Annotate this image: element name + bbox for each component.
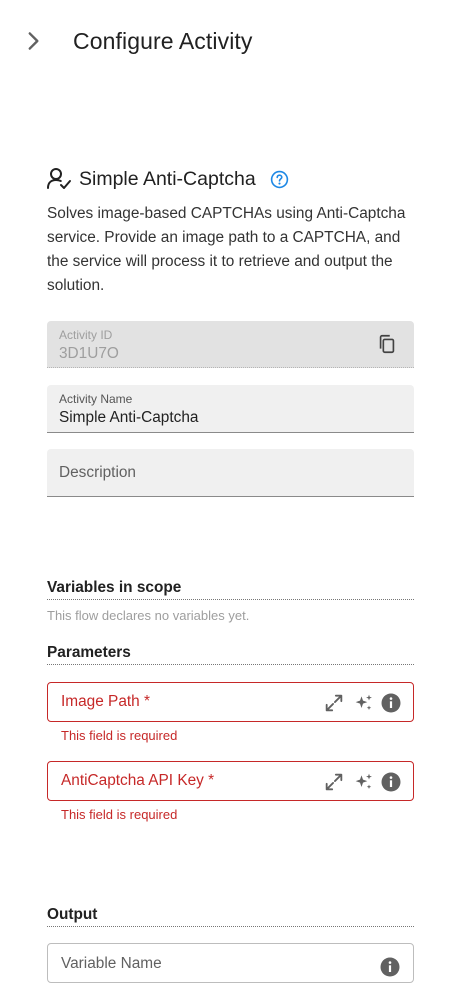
activity-id-label: Activity ID xyxy=(59,328,113,342)
activity-name-field[interactable]: Activity Name Simple Anti-Captcha xyxy=(47,385,414,433)
image-path-input[interactable]: Image Path * xyxy=(47,682,414,722)
activity-id-value: 3D1U7O xyxy=(59,345,119,362)
anticaptcha-api-key-actions xyxy=(323,771,401,793)
anticaptcha-api-key-error: This field is required xyxy=(61,807,178,822)
variable-name-placeholder: Variable Name xyxy=(61,955,162,972)
activity-heading: Simple Anti-Captcha xyxy=(46,166,289,192)
expand-icon[interactable] xyxy=(323,771,345,793)
activity-name-value[interactable]: Simple Anti-Captcha xyxy=(59,409,198,427)
info-icon[interactable] xyxy=(381,693,401,713)
image-path-error: This field is required xyxy=(61,728,178,743)
activity-name-label: Activity Name xyxy=(59,392,133,406)
output-section-title: Output xyxy=(47,906,414,927)
description-placeholder: Description xyxy=(59,464,136,481)
image-path-actions xyxy=(323,692,401,714)
variable-name-input[interactable]: Variable Name xyxy=(47,943,414,983)
sparkle-icon[interactable] xyxy=(354,772,374,792)
image-path-label: Image Path * xyxy=(61,693,150,710)
activity-title: Simple Anti-Captcha xyxy=(79,167,256,190)
parameters-section-title: Parameters xyxy=(47,644,414,665)
expand-icon[interactable] xyxy=(323,692,345,714)
anticaptcha-api-key-input[interactable]: AntiCaptcha API Key * xyxy=(47,761,414,801)
variables-section-title: Variables in scope xyxy=(47,579,414,600)
activity-description: Solves image-based CAPTCHAs using Anti-C… xyxy=(47,205,406,294)
chevron-right-icon[interactable] xyxy=(20,28,46,54)
person-check-icon xyxy=(47,168,71,189)
sparkle-icon[interactable] xyxy=(354,693,374,713)
header: Configure Activity xyxy=(0,0,470,84)
description-field[interactable]: Description xyxy=(47,449,414,497)
activity-id-field: Activity ID 3D1U7O xyxy=(47,321,414,368)
info-icon[interactable] xyxy=(381,772,401,792)
help-icon[interactable] xyxy=(270,170,289,189)
variables-empty-text: This flow declares no variables yet. xyxy=(47,608,250,623)
copy-icon[interactable] xyxy=(376,333,398,355)
info-icon[interactable] xyxy=(380,957,400,977)
anticaptcha-api-key-label: AntiCaptcha API Key * xyxy=(61,772,215,789)
page-title: Configure Activity xyxy=(73,28,253,54)
